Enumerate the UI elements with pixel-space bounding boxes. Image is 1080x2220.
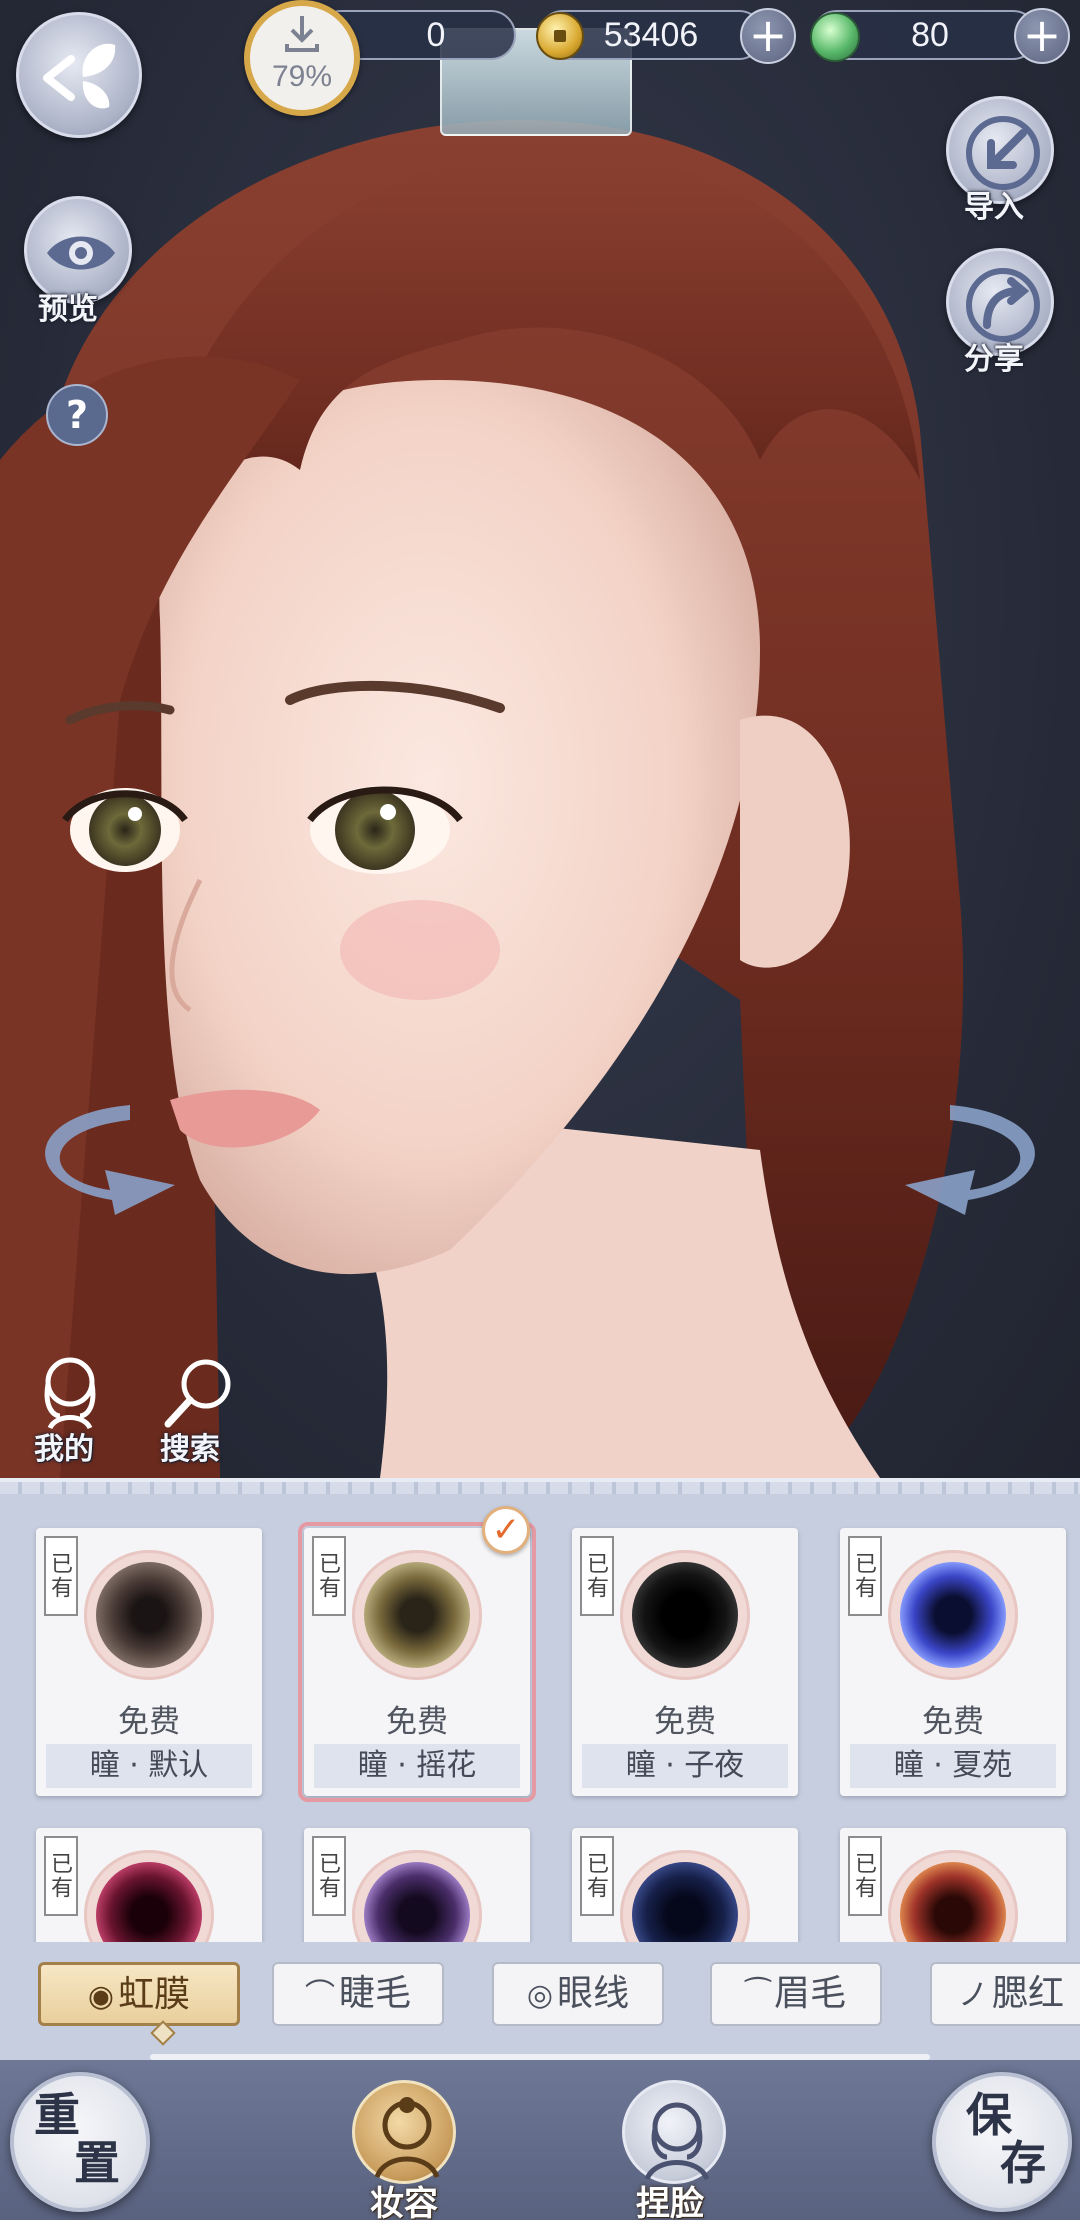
price-label: 免费	[922, 1704, 984, 1740]
download-icon	[285, 16, 319, 52]
iris-card-ziye[interactable]: 已有 免费 瞳 · 子夜	[572, 1528, 798, 1796]
iris-icon: ◉	[87, 1979, 115, 2014]
owned-tag: 已有	[580, 1536, 614, 1616]
back-button[interactable]	[16, 12, 142, 138]
iris-card-yaohua[interactable]: 已有 免费 瞳 · 摇花	[298, 1522, 536, 1802]
download-progress-text: 79%	[271, 60, 333, 93]
selected-check-icon: ✓	[482, 1506, 530, 1554]
preview-label: 预览	[38, 292, 98, 327]
download-progress-button[interactable]: 79%	[244, 0, 360, 116]
iris-swatch	[84, 1850, 214, 1942]
makeup-label: 妆容	[370, 2184, 438, 2220]
iris-preview	[632, 1862, 738, 1942]
iris-swatch	[620, 1550, 750, 1680]
character-viewport[interactable]	[0, 0, 1080, 1478]
iris-name: 瞳 · 默认	[46, 1744, 252, 1788]
makeup-tab-button[interactable]	[352, 2080, 456, 2184]
owned-tag: 已有	[44, 1536, 78, 1616]
iris-card-7[interactable]: 已有	[572, 1828, 798, 1942]
iris-swatch	[84, 1550, 214, 1680]
iris-preview	[364, 1562, 470, 1668]
reset-label-bottom: 置	[74, 2136, 120, 2190]
eyebrow-icon: ⁀	[745, 1978, 771, 2013]
help-button[interactable]: ?	[46, 384, 108, 446]
iris-name: 瞳 · 夏苑	[850, 1744, 1056, 1788]
tab-eyeliner[interactable]: ◎ 眼线	[492, 1962, 664, 2026]
iris-preview	[96, 1562, 202, 1668]
iris-preview	[900, 1562, 1006, 1668]
tab-blush[interactable]: ノ腮红	[930, 1962, 1080, 2026]
owned-tag: 已有	[580, 1836, 614, 1916]
iris-card-xiayuan[interactable]: 已有 免费 瞳 · 夏苑	[840, 1528, 1066, 1796]
tab-label: 虹膜	[118, 1974, 191, 2015]
bottom-navigation: 重 置 妆容 捏脸 保 存	[0, 2060, 1080, 2220]
search-button[interactable]	[160, 1354, 240, 1434]
eyelash-icon: ⌒	[304, 1978, 335, 2013]
iris-swatch	[620, 1850, 750, 1942]
share-label: 分享	[964, 342, 1024, 377]
search-icon	[164, 1359, 231, 1428]
price-label: 免费	[386, 1704, 448, 1740]
face-sculpt-tab-button[interactable]	[622, 2080, 726, 2184]
tab-iris[interactable]: ◉ 虹膜	[38, 1962, 240, 2026]
save-label-top: 保	[966, 2088, 1012, 2142]
save-button[interactable]: 保 存	[932, 2072, 1072, 2212]
owned-tag: 已有	[848, 1836, 882, 1916]
iris-preview	[96, 1862, 202, 1942]
tab-label: 腮红	[992, 1973, 1065, 2014]
iris-card-5[interactable]: 已有	[36, 1828, 262, 1942]
iris-name: 瞳 · 摇花	[314, 1744, 520, 1788]
jade-icon	[810, 12, 860, 62]
mine-label: 我的	[34, 1432, 94, 1467]
tab-label: 眉毛	[774, 1973, 847, 2014]
tab-eyelash[interactable]: ⌒ 睫毛	[272, 1962, 444, 2026]
owned-tag: 已有	[848, 1536, 882, 1616]
butterfly-back-icon	[43, 43, 116, 109]
iris-preview	[632, 1562, 738, 1668]
iris-card-8[interactable]: 已有	[840, 1828, 1066, 1942]
tab-label: 眼线	[557, 1973, 630, 2014]
iris-preview	[900, 1862, 1006, 1942]
add-coins-button[interactable]: +	[740, 8, 796, 64]
character-render	[0, 120, 1035, 1478]
iris-preview	[364, 1862, 470, 1942]
owned-tag: 已有	[44, 1836, 78, 1916]
iris-swatch	[352, 1550, 482, 1680]
female-avatar-icon	[44, 1357, 96, 1430]
save-label-bottom: 存	[1000, 2136, 1046, 2190]
search-label: 搜索	[160, 1432, 220, 1467]
owned-tag: 已有	[312, 1836, 346, 1916]
iris-swatch	[888, 1850, 1018, 1942]
coin-icon	[536, 12, 584, 60]
blush-icon: ノ	[958, 1978, 988, 2013]
eye-icon: ◎	[526, 1978, 554, 2013]
reset-label-top: 重	[34, 2088, 80, 2142]
makeup-portrait-icon	[374, 2097, 440, 2179]
price-label: 免费	[118, 1704, 180, 1740]
tab-label: 睫毛	[338, 1973, 411, 2014]
iris-card-6[interactable]: 已有	[304, 1828, 530, 1942]
face-portrait-icon	[644, 2102, 710, 2181]
makeup-panel: 已有 免费 瞳 · 默认 已有 免费 瞳 · 摇花 已有 免费 瞳 · 子夜 已…	[0, 1478, 1080, 2060]
import-label: 导入	[964, 190, 1024, 225]
iris-card-default[interactable]: 已有 免费 瞳 · 默认	[36, 1528, 262, 1796]
face-sculpt-label: 捏脸	[636, 2184, 704, 2220]
add-jade-button[interactable]: +	[1014, 8, 1070, 64]
price-label: 免费	[654, 1704, 716, 1740]
iris-grid[interactable]: 已有 免费 瞳 · 默认 已有 免费 瞳 · 摇花 已有 免费 瞳 · 子夜 已…	[0, 1508, 1080, 1942]
reset-button[interactable]: 重 置	[10, 2072, 150, 2212]
iris-swatch	[352, 1850, 482, 1942]
tab-eyebrow[interactable]: ⁀ 眉毛	[710, 1962, 882, 2026]
iris-swatch	[888, 1550, 1018, 1680]
owned-tag: 已有	[312, 1536, 346, 1616]
iris-name: 瞳 · 子夜	[582, 1744, 788, 1788]
